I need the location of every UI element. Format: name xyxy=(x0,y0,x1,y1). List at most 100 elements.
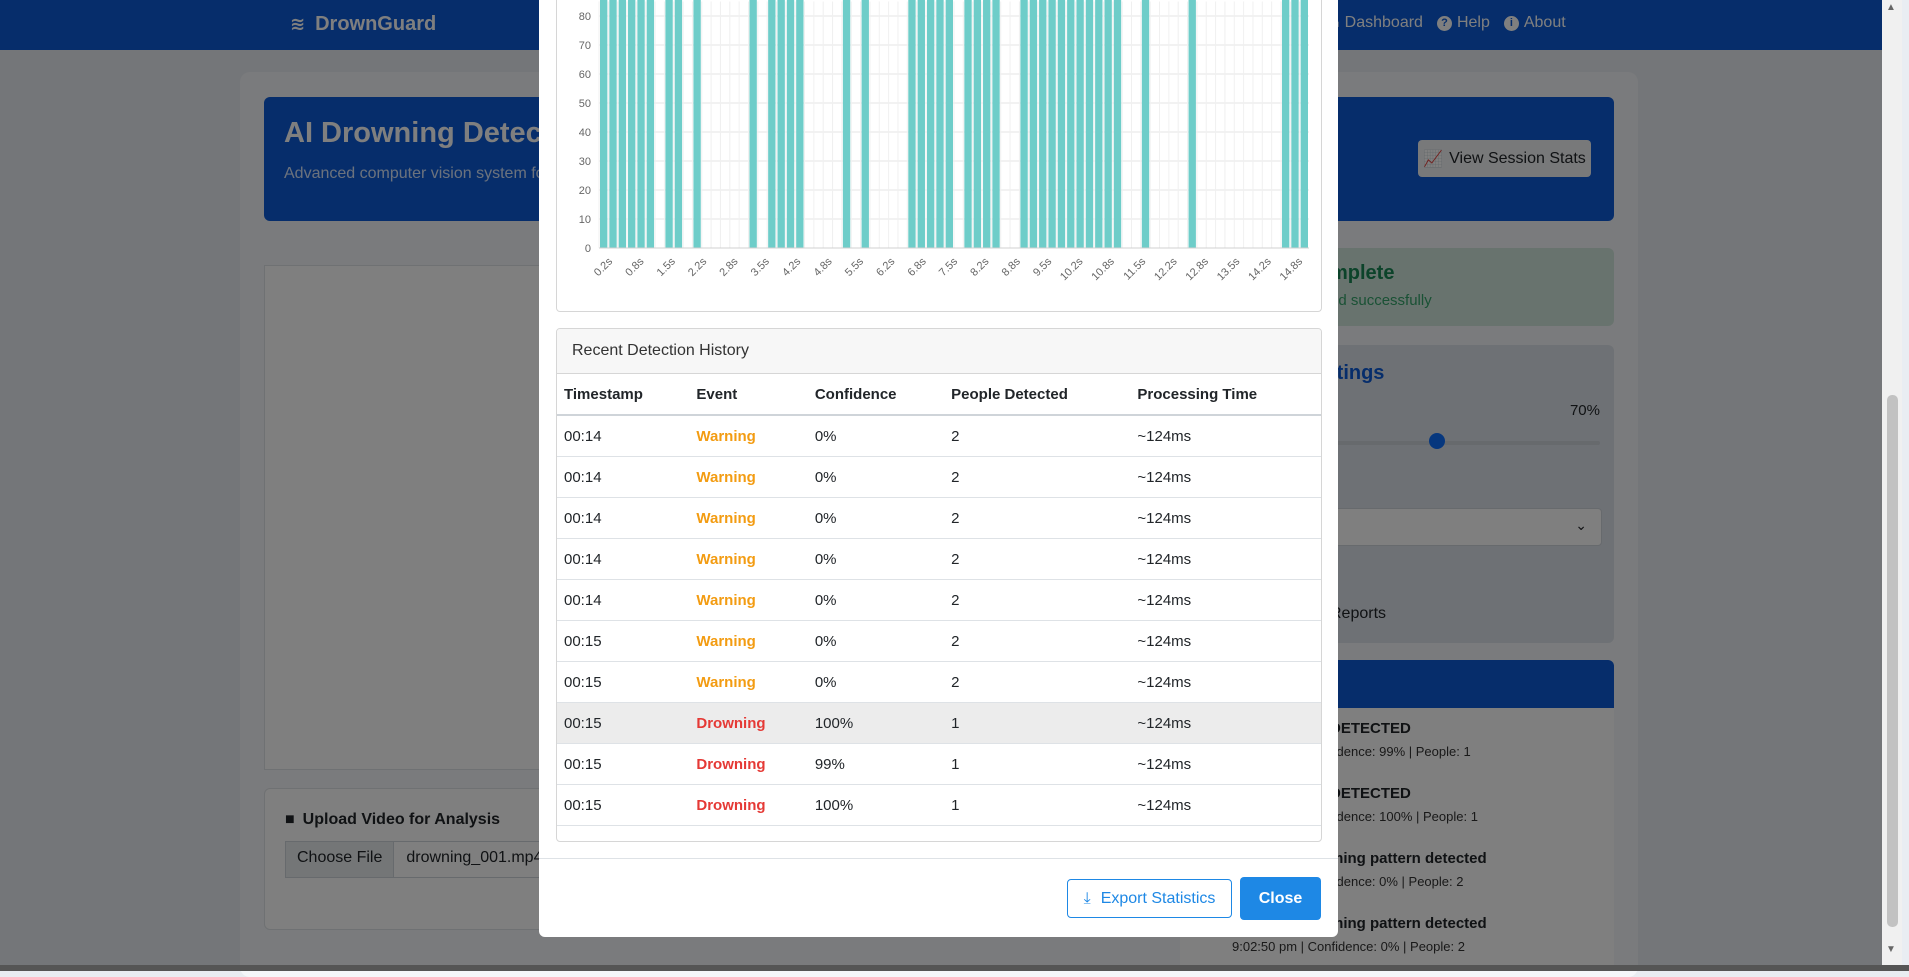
cell-event: Warning xyxy=(689,661,808,703)
chart-bar xyxy=(1104,0,1112,248)
history-row: 00:15 Warning 0% 2 ~124ms xyxy=(557,620,1321,662)
chart-bar xyxy=(786,0,795,248)
cell-confidence: 0% xyxy=(807,497,945,539)
cell-event: Warning xyxy=(689,538,808,580)
y-tick-label: 30 xyxy=(579,156,591,168)
scrollbar-thumb[interactable] xyxy=(1887,395,1898,927)
cell-processing-time: ~124ms xyxy=(1130,620,1321,662)
cell-processing-time: ~124ms xyxy=(1130,579,1321,621)
page-scrollbar[interactable]: ▲ ▼ xyxy=(1882,0,1902,971)
cell-processing-time: ~124ms xyxy=(1130,743,1321,785)
y-tick-label: 70 xyxy=(579,40,591,52)
x-tick-label: 8.8s xyxy=(1000,255,1024,279)
cell-timestamp: 00:14 xyxy=(557,456,690,498)
x-tick-label: 7.5s xyxy=(937,255,961,279)
chart-bar xyxy=(1076,0,1084,248)
y-tick-label: 60 xyxy=(579,69,591,81)
chart-bar xyxy=(945,0,953,248)
x-tick-label: 13.5s xyxy=(1215,255,1243,283)
x-tick-label: 4.2s xyxy=(780,255,804,279)
cell-people: 2 xyxy=(944,620,1131,662)
chart-bar xyxy=(609,0,617,248)
x-tick-label: 4.8s xyxy=(811,255,835,279)
cell-event: Warning xyxy=(689,620,808,662)
chart-bar xyxy=(674,0,683,248)
history-row: 00:15 Drowning 99% 1 ~124ms xyxy=(557,743,1321,785)
cell-people: 2 xyxy=(944,661,1131,703)
history-table: Timestamp Event Confidence People Detect… xyxy=(557,374,1321,826)
history-row: 00:15 Drowning 100% 1 ~124ms xyxy=(557,784,1321,826)
x-tick-label: 3.5s xyxy=(749,255,773,279)
cell-confidence: 0% xyxy=(807,415,945,457)
cell-timestamp: 00:14 xyxy=(557,579,690,621)
cell-confidence: 0% xyxy=(807,456,945,498)
close-button[interactable]: Close xyxy=(1240,877,1321,920)
export-statistics-button[interactable]: ⤓ Export Statistics xyxy=(1067,879,1232,918)
cell-timestamp: 00:15 xyxy=(557,743,690,785)
chart-bar xyxy=(973,0,982,248)
cell-people: 1 xyxy=(944,784,1131,826)
cell-timestamp: 00:15 xyxy=(557,620,690,662)
chart-bar xyxy=(618,0,627,248)
history-row: 00:14 Warning 0% 2 ~124ms xyxy=(557,415,1321,457)
chart-bar xyxy=(693,0,701,248)
cell-people: 1 xyxy=(944,702,1131,744)
history-title: Recent Detection History xyxy=(557,329,1321,374)
chart-bar xyxy=(917,0,925,248)
chart-bar xyxy=(1188,0,1196,248)
cell-people: 2 xyxy=(944,456,1131,498)
cell-people: 2 xyxy=(944,579,1131,621)
history-header-row: Timestamp Event Confidence People Detect… xyxy=(557,374,1321,416)
cell-confidence: 0% xyxy=(807,579,945,621)
cell-timestamp: 00:14 xyxy=(557,497,690,539)
chart-bar xyxy=(665,0,673,248)
cell-timestamp: 00:15 xyxy=(557,702,690,744)
col-timestamp: Timestamp xyxy=(557,374,690,416)
chart-bar xyxy=(908,0,916,248)
x-tick-label: 2.8s xyxy=(717,255,741,279)
cell-confidence: 0% xyxy=(807,538,945,580)
cell-processing-time: ~124ms xyxy=(1130,456,1321,498)
confidence-chart-card: 0 10 20 30 40 50 60 70 80 0.2s 0.8s 1.5s 2.2s 2.8s 3.5… xyxy=(556,0,1322,312)
x-tick-label: 11.5s xyxy=(1121,255,1148,282)
chart-bar xyxy=(1291,0,1299,248)
chart-bar xyxy=(936,0,944,248)
x-tick-label: 5.5s xyxy=(843,255,867,279)
cell-event: Warning xyxy=(689,415,808,457)
history-body: 00:14 Warning 0% 2 ~124ms 00:14 Warning 0% 2 ~124… xyxy=(557,415,1321,826)
x-tick-label: 0.2s xyxy=(592,255,616,279)
chart-bar xyxy=(637,0,645,248)
history-row: 00:15 Warning 0% 2 ~124ms xyxy=(557,661,1321,703)
cell-processing-time: ~124ms xyxy=(1130,538,1321,580)
x-tick-label: 10.8s xyxy=(1089,255,1117,283)
cell-timestamp: 00:14 xyxy=(557,415,690,457)
x-tick-label: 12.8s xyxy=(1184,255,1212,283)
cell-event: Drowning xyxy=(689,743,808,785)
col-people: People Detected xyxy=(944,374,1131,416)
chart-bar xyxy=(964,0,972,248)
cell-timestamp: 00:15 xyxy=(557,661,690,703)
scroll-up-icon[interactable]: ▲ xyxy=(1886,2,1896,13)
x-tick-label: 10.2s xyxy=(1058,255,1086,283)
chart-bar xyxy=(777,0,785,248)
cell-processing-time: ~124ms xyxy=(1130,415,1321,457)
session-stats-modal: 0 10 20 30 40 50 60 70 80 0.2s 0.8s 1.5s 2.2s 2.8s 3.5… xyxy=(539,0,1338,937)
cell-people: 2 xyxy=(944,415,1131,457)
chart-bar xyxy=(1029,0,1038,248)
cell-timestamp: 00:15 xyxy=(557,784,690,826)
chart-bar xyxy=(1067,0,1075,248)
modal-footer: ⤓ Export Statistics Close xyxy=(539,858,1338,938)
history-row: 00:14 Warning 0% 2 ~124ms xyxy=(557,456,1321,498)
window-bottom-edge xyxy=(0,965,1909,971)
chart-bar xyxy=(600,0,608,248)
history-row: 00:14 Warning 0% 2 ~124ms xyxy=(557,497,1321,539)
scroll-down-icon[interactable]: ▼ xyxy=(1886,944,1896,955)
chart-bar xyxy=(749,0,757,248)
cell-confidence: 0% xyxy=(807,620,945,662)
download-icon: ⤓ xyxy=(1083,889,1091,907)
chart-bar xyxy=(628,0,636,248)
chart-bar xyxy=(1085,0,1094,248)
cell-people: 1 xyxy=(944,743,1131,785)
cell-confidence: 100% xyxy=(807,702,945,744)
cell-confidence: 0% xyxy=(807,661,945,703)
